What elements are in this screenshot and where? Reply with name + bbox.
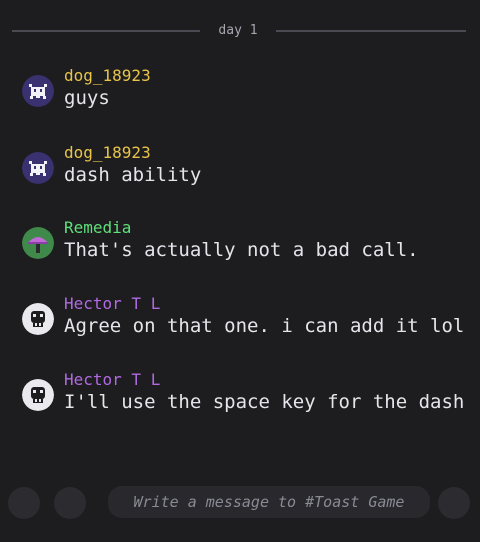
message-author[interactable]: Remedia [64, 218, 131, 238]
message-text: That's actually not a bad call. [64, 239, 419, 261]
divider-line [276, 30, 466, 32]
emoji-button[interactable] [54, 487, 86, 519]
crab-icon[interactable] [22, 75, 54, 107]
message-composer: Write a message to #Toast Game [0, 482, 480, 522]
day-divider: day 1 [12, 22, 466, 40]
divider-line [12, 30, 200, 32]
message-text: I'll use the space key for the dash [64, 391, 465, 413]
message-author[interactable]: Hector T L [64, 294, 160, 314]
message: dog_18923 guys [20, 66, 460, 114]
message-author[interactable]: dog_18923 [64, 66, 151, 86]
message: Remedia That's actually not a bad call. [20, 218, 460, 266]
message-input[interactable]: Write a message to #Toast Game [108, 486, 430, 518]
message-text: guys [64, 87, 110, 109]
day-label: day 1 [218, 23, 258, 38]
mushroom-icon[interactable] [22, 227, 54, 259]
chat-window: day 1 dog_18923 guys dog_18923 dash abil… [0, 0, 480, 542]
message-text: Agree on that one. i can add it lol [64, 315, 465, 337]
skull-icon[interactable] [22, 379, 54, 411]
skull-icon[interactable] [22, 303, 54, 335]
message-author[interactable]: dog_18923 [64, 143, 151, 163]
message: Hector T L Agree on that one. i can add … [20, 294, 464, 342]
message: Hector T L I'll use the space key for th… [20, 370, 464, 418]
add-attachment-button[interactable] [8, 487, 40, 519]
crab-icon[interactable] [22, 152, 54, 184]
message: dog_18923 dash ability [20, 143, 460, 191]
message-author[interactable]: Hector T L [64, 370, 160, 390]
send-button[interactable] [438, 487, 470, 519]
message-text: dash ability [64, 164, 202, 186]
